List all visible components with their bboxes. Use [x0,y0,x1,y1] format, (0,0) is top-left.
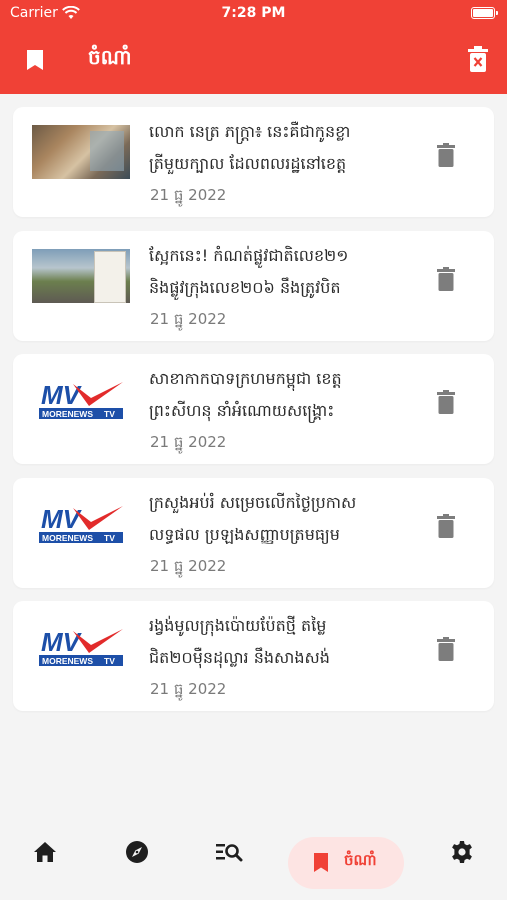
article-date: 21 ធ្នូ 2022 [150,680,227,698]
status-bar: Carrier 7:28 PM [0,0,507,28]
logo-mv: MV [41,380,83,410]
trash-icon[interactable] [437,266,455,291]
article-title-line: លទ្ធផល ប្រឡងសញ្ញាបត្រមធ្យម [149,524,340,544]
logo-tv: TV [104,409,115,419]
bookmark-icon [27,50,43,70]
bookmark-list: លោក នេត្រ ភក្ត្រា៖ នេះគឺជាកូនខ្លា ត្រីមួ… [13,107,494,725]
home-icon[interactable] [33,840,57,864]
search-list-icon[interactable] [215,840,243,864]
article-title: សាខាកាកបាទក្រហមកម្ពុជា ខេត្ត ព្រះសីហនុ ន… [149,363,411,427]
article-date: 21 ធ្នូ 2022 [150,186,227,204]
article-card[interactable]: MV MORENEWS TV សាខាកាកបាទក្រហមកម្ពុជា ខេ… [13,354,494,464]
logo-tv: TV [104,533,115,543]
logo-brand: MORENEWS [42,533,93,543]
morenews-logo: MV MORENEWS TV [39,504,123,543]
article-title-line: សាខាកាកបាទក្រហមកម្ពុជា ខេត្ត [149,369,342,388]
article-title-line: លោក នេត្រ ភក្ត្រា៖ នេះគឺជាកូនខ្លា [149,122,351,141]
trash-icon[interactable] [437,143,455,167]
trash-icon[interactable] [437,513,455,538]
article-title-line: ព្រះសីហនុ នាំអំណោយសង្គ្រោះ [149,401,335,420]
status-time: 7:28 PM [221,5,286,21]
bottom-nav: ចំណាំ [0,826,507,900]
article-date: 21 ធ្នូ 2022 [150,433,227,451]
article-thumbnail [32,125,130,179]
delete-all-icon[interactable] [467,46,489,72]
morenews-logo: MV MORENEWS TV [39,380,123,419]
article-date: 21 ធ្នូ 2022 [150,556,227,575]
article-card[interactable]: MV MORENEWS TV រង្វង់មូលក្រុងប៉ោយប៉ែតថ្ម… [13,601,494,711]
page-title: ចំណាំ [88,45,132,69]
article-card[interactable]: ស្អែកនេះ! កំណត់ផ្លូវជាតិលេខ២១ និងផ្លូវក្… [13,230,494,341]
article-title: ស្អែកនេះ! កំណត់ផ្លូវជាតិលេខ២១ និងផ្លូវក្… [149,240,411,304]
article-title-line: ក្រសួងអប់រំ សម្រេចលើកថ្ងៃប្រកាស [149,492,357,512]
article-thumbnail [32,248,130,303]
bookmark-icon [314,853,328,872]
explore-icon[interactable] [125,840,149,864]
logo-mv: MV [41,627,83,657]
nav-active-label: ចំណាំ [344,851,377,869]
article-title-line: និងផ្លូវក្រុងលេខ២០៦ នឹងត្រូវបិត [149,277,341,297]
article-title-line: ត្រីមួយក្បាល ដែលពលរដ្ឋនៅខេត្ត [149,154,347,173]
logo-mv: MV [41,504,83,534]
article-title-line: ស្អែកនេះ! កំណត់ផ្លូវជាតិលេខ២១ [149,245,349,265]
article-card[interactable]: MV MORENEWS TV ក្រសួងអប់រំ សម្រេចលើកថ្ងៃ… [13,477,494,588]
article-title: ក្រសួងអប់រំ សម្រេចលើកថ្ងៃប្រកាស លទ្ធផល ប… [149,487,411,551]
logo-tv: TV [104,656,115,666]
logo-brand: MORENEWS [42,656,93,666]
settings-icon[interactable] [450,840,474,864]
article-card[interactable]: លោក នេត្រ ភក្ត្រា៖ នេះគឺជាកូនខ្លា ត្រីមួ… [13,107,494,217]
nav-item-bookmarks[interactable]: ចំណាំ [288,837,404,889]
article-date: 21 ធ្នូ 2022 [150,309,227,328]
article-title: រង្វង់មូលក្រុងប៉ោយប៉ែតថ្មី តម្លៃ ជិត២០ម៉… [149,610,411,674]
trash-icon[interactable] [437,390,455,414]
article-title-line: រង្វង់មូលក្រុងប៉ោយប៉ែតថ្មី តម្លៃ [149,616,327,635]
morenews-logo: MV MORENEWS TV [39,627,123,666]
logo-brand: MORENEWS [42,409,93,419]
trash-icon[interactable] [437,637,455,661]
app-bar: Carrier 7:28 PM ចំណាំ [0,0,507,94]
article-title-line: ជិត២០ម៉ឺនដុល្លារ នឹងសាងសង់ [149,648,330,667]
article-title: លោក នេត្រ ភក្ត្រា៖ នេះគឺជាកូនខ្លា ត្រីមួ… [149,116,411,180]
battery-icon [471,7,498,19]
